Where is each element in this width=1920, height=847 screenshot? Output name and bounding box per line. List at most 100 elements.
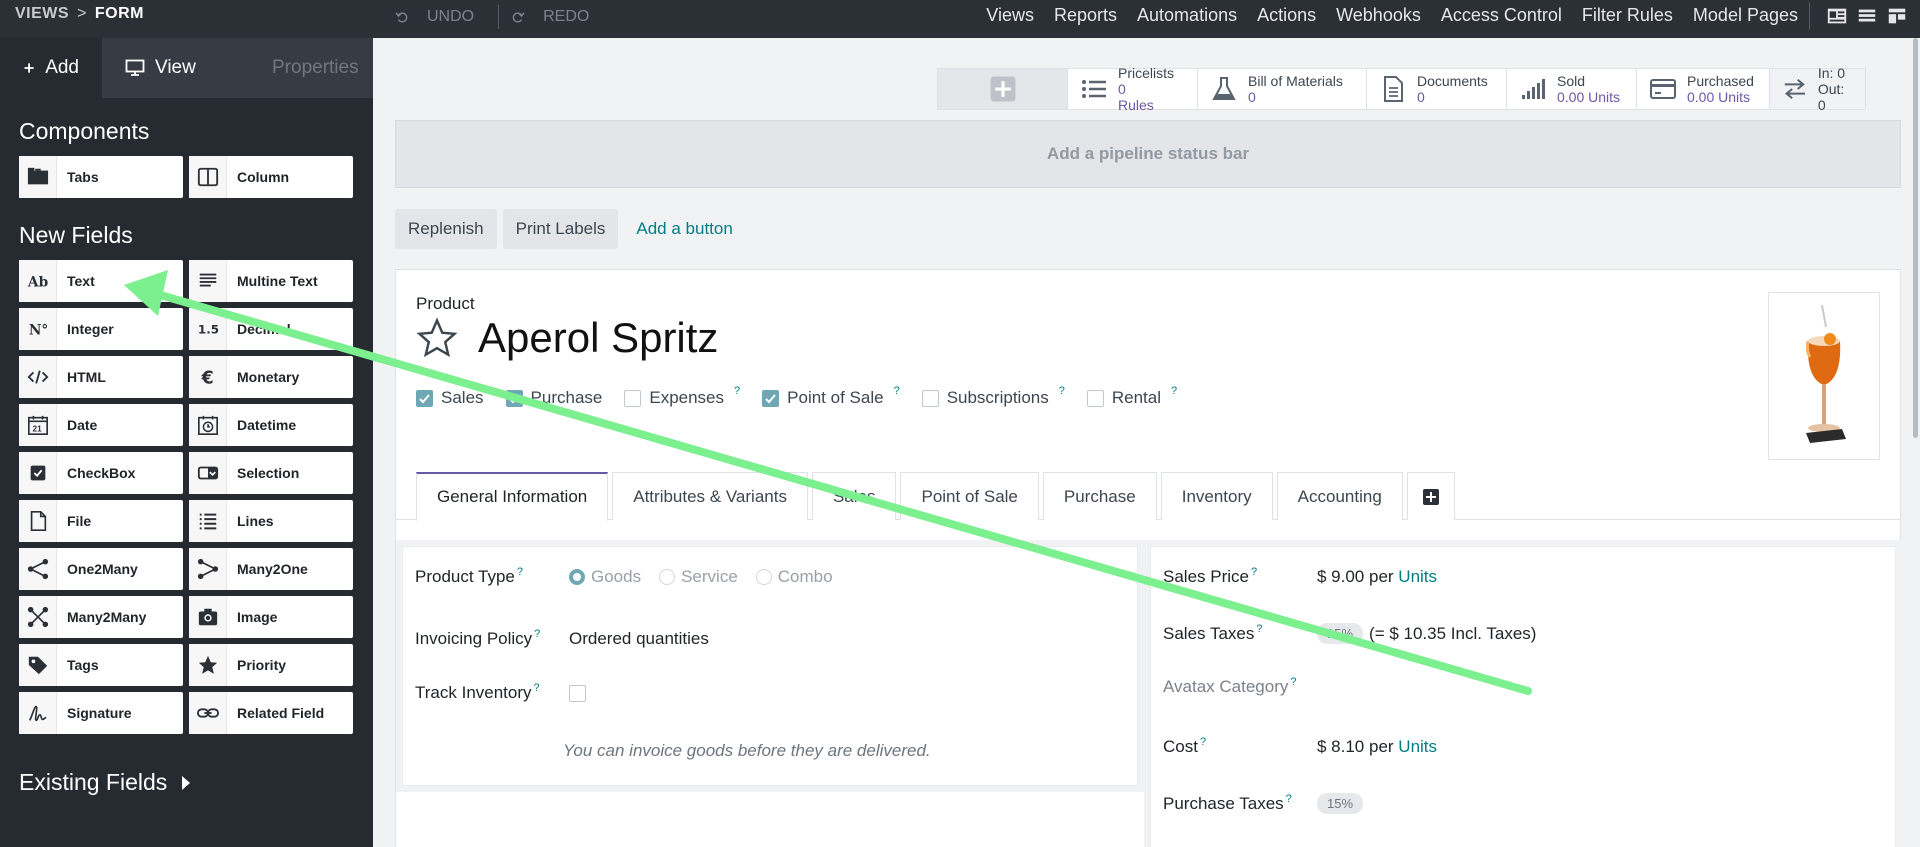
flag-point-of-sale[interactable]: Point of Sale?	[762, 385, 900, 408]
cost-value[interactable]: $ 8.10 per	[1317, 737, 1394, 756]
field-file[interactable]: File	[19, 500, 183, 542]
kanban-view-icon[interactable]	[1886, 5, 1908, 27]
field-many2many[interactable]: Many2Many	[19, 596, 183, 638]
menu-model-pages[interactable]: Model Pages	[1693, 5, 1798, 26]
smart-button-pricelists[interactable]: Pricelists 0 Rules	[1068, 65, 1198, 113]
radio-goods[interactable]: Goods	[569, 567, 641, 587]
field-monetary[interactable]: € Monetary	[189, 356, 353, 398]
flag-expenses[interactable]: Expenses?	[624, 385, 740, 408]
redo-button[interactable]: REDO	[499, 5, 613, 29]
smart-button-purchased[interactable]: Purchased 0.00 Units	[1637, 69, 1770, 109]
field-priority[interactable]: Priority	[189, 644, 353, 686]
tab-general-information[interactable]: General Information	[416, 472, 609, 521]
radio-button[interactable]	[755, 569, 772, 585]
tab-inventory[interactable]: Inventory	[1160, 472, 1273, 520]
checkbox[interactable]	[505, 389, 523, 407]
field-related-field[interactable]: Related Field	[189, 692, 353, 734]
smart-button-bom[interactable]: Bill of Materials 0	[1198, 69, 1367, 109]
menu-automations[interactable]: Automations	[1137, 5, 1237, 26]
help-icon[interactable]: ?	[1171, 385, 1177, 397]
tab-view[interactable]: View	[102, 38, 239, 98]
menu-filter-rules[interactable]: Filter Rules	[1582, 5, 1673, 26]
field-multiline-text[interactable]: Multine Text	[189, 260, 353, 302]
invoicing-policy-value[interactable]: Ordered quantities	[569, 629, 709, 649]
smart-button-sold[interactable]: Sold 0.00 Units	[1507, 69, 1637, 109]
field-checkbox[interactable]: CheckBox	[19, 452, 183, 494]
replenish-button[interactable]: Replenish	[395, 209, 497, 249]
field-decimal[interactable]: 1.5 Decimal	[189, 308, 353, 350]
list-view-icon[interactable]	[1856, 5, 1878, 27]
menu-reports[interactable]: Reports	[1054, 5, 1117, 26]
component-column[interactable]: Column	[189, 156, 353, 198]
menu-actions[interactable]: Actions	[1257, 5, 1316, 26]
field-integer[interactable]: N° Integer	[19, 308, 183, 350]
help-icon[interactable]: ?	[1286, 793, 1292, 805]
help-icon[interactable]: ?	[534, 628, 540, 640]
tab-properties[interactable]: Properties	[239, 38, 373, 98]
scrollbar[interactable]	[1913, 38, 1918, 438]
checkbox[interactable]	[624, 389, 642, 407]
help-icon[interactable]: ?	[1059, 385, 1065, 397]
field-lines[interactable]: Lines	[189, 500, 353, 542]
smart-button-documents[interactable]: Documents 0	[1367, 69, 1507, 109]
radio-button[interactable]	[569, 569, 585, 585]
help-icon[interactable]: ?	[1251, 566, 1257, 578]
add-pipeline-status-bar[interactable]: Add a pipeline status bar	[395, 120, 1901, 188]
breadcrumb-views[interactable]: VIEWS	[15, 5, 69, 22]
flag-purchase[interactable]: Purchase	[505, 388, 602, 408]
field-tags[interactable]: Tags	[19, 644, 183, 686]
field-signature[interactable]: Signature	[19, 692, 183, 734]
add-tab-button[interactable]	[1406, 472, 1455, 520]
track-inventory-checkbox[interactable]	[569, 684, 586, 702]
checkbox[interactable]	[416, 389, 433, 407]
checkbox[interactable]	[921, 389, 939, 407]
sales-price-unit[interactable]: Units	[1398, 567, 1437, 586]
print-labels-button[interactable]: Print Labels	[502, 209, 619, 249]
purchase-tax-tag[interactable]: 15%	[1317, 793, 1364, 814]
help-icon[interactable]: ?	[894, 385, 900, 397]
undo-button[interactable]: UNDO	[383, 5, 498, 29]
flag-rental[interactable]: Rental?	[1086, 385, 1177, 408]
radio-service[interactable]: Service	[659, 567, 738, 587]
product-name[interactable]: Aperol Spritz	[478, 314, 718, 362]
radio-combo[interactable]: Combo	[755, 567, 833, 587]
field-html[interactable]: HTML	[19, 356, 183, 398]
form-view-icon[interactable]	[1826, 5, 1848, 27]
sales-price-value[interactable]: $ 9.00 per	[1317, 567, 1394, 586]
component-tabs[interactable]: Tabs	[19, 156, 183, 198]
checkbox[interactable]	[1086, 389, 1104, 407]
help-icon[interactable]: ?	[734, 385, 740, 397]
tab-accounting[interactable]: Accounting	[1276, 472, 1403, 520]
field-selection[interactable]: Selection	[189, 452, 353, 494]
sales-tax-tag[interactable]: 15%	[1317, 623, 1364, 644]
tab-attributes-variants[interactable]: Attributes & Variants	[612, 472, 808, 520]
menu-views[interactable]: Views	[986, 5, 1034, 26]
add-a-button-link[interactable]: Add a button	[636, 219, 732, 239]
field-text[interactable]: Ab Text	[19, 260, 183, 302]
help-icon[interactable]: ?	[517, 566, 523, 578]
field-one2many[interactable]: One2Many	[19, 548, 183, 590]
field-many2one[interactable]: Many2One	[189, 548, 353, 590]
flag-sales[interactable]: Sales	[416, 388, 484, 408]
menu-access-control[interactable]: Access Control	[1441, 5, 1562, 26]
help-icon[interactable]: ?	[1256, 623, 1262, 635]
field-image[interactable]: Image	[189, 596, 353, 638]
add-smart-button[interactable]	[938, 69, 1068, 109]
help-icon[interactable]: ?	[1290, 676, 1296, 688]
help-icon[interactable]: ?	[534, 682, 540, 694]
field-date[interactable]: 21 Date	[19, 404, 183, 446]
tab-sales[interactable]: Sales	[811, 472, 897, 520]
radio-button[interactable]	[659, 569, 676, 585]
star-icon[interactable]	[416, 317, 458, 359]
checkbox[interactable]	[762, 389, 780, 407]
smart-button-in-out[interactable]: In: 0 Out: 0	[1770, 65, 1865, 113]
tab-add[interactable]: Add	[0, 38, 102, 98]
cost-unit[interactable]: Units	[1398, 737, 1437, 756]
tab-point-of-sale[interactable]: Point of Sale	[900, 472, 1039, 520]
field-datetime[interactable]: Datetime	[189, 404, 353, 446]
existing-fields-toggle[interactable]: Existing Fields	[0, 769, 210, 796]
product-image[interactable]	[1768, 292, 1880, 460]
flag-subscriptions[interactable]: Subscriptions?	[921, 385, 1065, 408]
help-icon[interactable]: ?	[1200, 736, 1206, 748]
menu-webhooks[interactable]: Webhooks	[1336, 5, 1421, 26]
